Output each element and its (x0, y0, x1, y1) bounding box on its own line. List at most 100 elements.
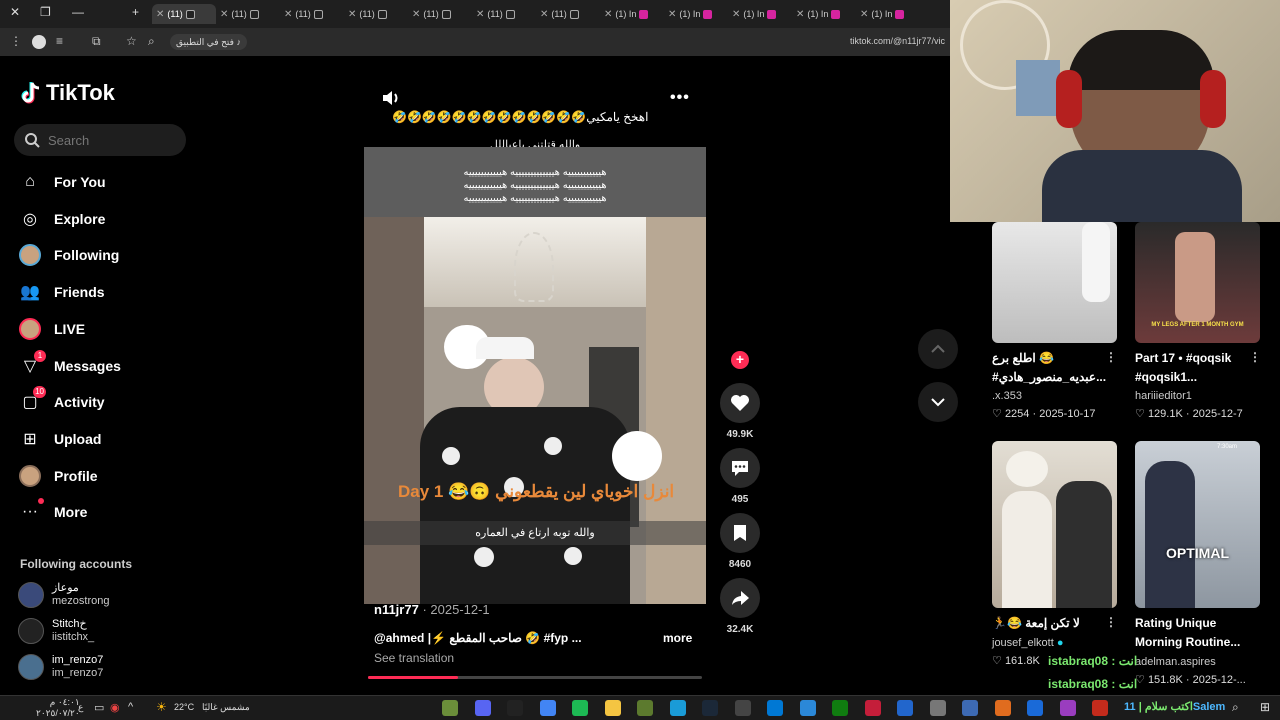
following-account[interactable]: Stitchخ iistitchx_ (18, 618, 94, 644)
steam-icon[interactable] (702, 700, 718, 716)
browser-tab[interactable]: ✕ (11) (216, 4, 280, 24)
volume-icon[interactable] (381, 88, 401, 108)
card-menu-icon[interactable]: ⋮ (1105, 350, 1117, 364)
next-video-button[interactable] (918, 382, 958, 422)
taskbar-search-icon[interactable]: ⌕ (1232, 700, 1239, 715)
new-tab-icon[interactable]: + (132, 5, 139, 19)
card-thumbnail-1[interactable] (992, 222, 1117, 343)
reading-list-icon[interactable]: ≡ (56, 34, 63, 48)
weather-sun-icon[interactable]: ☀ (156, 700, 167, 714)
browser-tab[interactable]: ✕ (11) (408, 4, 472, 24)
app-icon[interactable] (1092, 700, 1108, 716)
close-tab-icon[interactable]: ✕ (284, 9, 292, 20)
nav-item-upload[interactable]: ⊞ Upload (18, 426, 101, 452)
app-icon[interactable] (864, 700, 881, 716)
see-translation-link[interactable]: See translation (374, 651, 454, 665)
share-button[interactable] (720, 578, 760, 618)
card-username-3[interactable]: jousef_elkott ● (992, 637, 1063, 649)
nav-item-friends[interactable]: 👥 Friends (18, 279, 105, 305)
close-tab-icon[interactable]: ✕ (348, 9, 356, 20)
save-button[interactable] (720, 513, 760, 553)
browser-tab[interactable]: ✕ (11) (280, 4, 344, 24)
card-username-2[interactable]: hariiieditor1 (1135, 390, 1192, 402)
card-menu-icon[interactable]: ⋮ (1249, 350, 1261, 364)
save-action[interactable]: 8460 (720, 513, 760, 570)
close-tab-icon[interactable]: ✕ (220, 9, 228, 20)
follow-plus-button[interactable]: + (731, 351, 749, 369)
volume-muted-icon[interactable]: ◉ (110, 701, 120, 714)
previous-video-button[interactable] (918, 329, 958, 369)
weather-temp[interactable]: 22°C (174, 702, 194, 712)
close-window-icon[interactable]: ✕ (10, 5, 20, 19)
more-options-icon[interactable]: ••• (670, 89, 690, 107)
profile-avatar-icon[interactable] (32, 35, 46, 49)
card-thumbnail-3[interactable] (992, 441, 1117, 608)
browser-tab[interactable]: ✕ (1) In (664, 4, 728, 24)
capcut-icon[interactable] (507, 700, 523, 716)
nav-item-explore[interactable]: ◎ Explore (18, 206, 105, 232)
close-tab-icon[interactable]: ✕ (540, 9, 548, 20)
like-button[interactable] (720, 383, 760, 423)
store-icon[interactable] (767, 700, 783, 716)
nav-item-profile[interactable]: Profile (18, 463, 98, 489)
nav-item-following[interactable]: Following (18, 242, 119, 268)
terminal-icon[interactable] (734, 700, 751, 716)
comment-action[interactable]: 495 (720, 448, 760, 505)
comment-button[interactable] (720, 448, 760, 488)
close-tab-icon[interactable]: ✕ (604, 9, 612, 20)
settings-icon[interactable] (929, 700, 946, 716)
minimize-icon[interactable]: — (72, 5, 84, 19)
app-icon[interactable] (962, 700, 978, 716)
photos-icon[interactable] (799, 700, 816, 716)
card-thumbnail-4[interactable]: 7:30am OPTIMAL (1135, 441, 1260, 608)
taskbar-clock[interactable]: ٠٤:٠١ م ٢٠٢٥/٠٧/٢٠ (36, 697, 80, 719)
search-box[interactable] (14, 124, 186, 156)
video-progress-bar[interactable] (368, 676, 702, 679)
xbox-icon[interactable] (832, 700, 848, 716)
app-icon[interactable] (1027, 700, 1043, 716)
author-handle[interactable]: n11jr77 (374, 602, 419, 617)
open-in-app-button[interactable]: فتح في التطبيق ♪ (170, 34, 247, 50)
tiktok-logo[interactable]: TikTok (20, 80, 115, 106)
weather-text[interactable]: مشمس غالبًا (202, 702, 250, 713)
nav-item-activity[interactable]: ▢ 10 Activity (18, 386, 105, 415)
card-username-4[interactable]: adelman.aspires (1135, 656, 1216, 668)
browser-tab[interactable]: ✕ (11) (536, 4, 600, 24)
app-icon[interactable] (897, 700, 913, 716)
browser-tab[interactable]: ✕ (11) (152, 4, 216, 24)
card-username-1[interactable]: .x.353 (992, 390, 1022, 402)
nav-item-live[interactable]: LIVE (18, 316, 85, 342)
network-icon[interactable]: ▭ (94, 701, 104, 714)
close-tab-icon[interactable]: ✕ (732, 9, 740, 20)
search-lens-icon[interactable]: ⌕ (148, 34, 155, 49)
bookmark-star-icon[interactable]: ☆ (126, 34, 137, 48)
card-title-1[interactable]: 😂 اطلع برع #عبديه_منصور_هادي... (992, 349, 1106, 387)
browser-tab[interactable]: ✕ (1) In (856, 4, 920, 24)
close-tab-icon[interactable]: ✕ (156, 9, 164, 20)
browser-tab[interactable]: ✕ (1) In (728, 4, 792, 24)
browser-tab[interactable]: ✕ (1) In (792, 4, 856, 24)
like-action[interactable]: 49.9K (720, 383, 760, 440)
browser-menu-icon[interactable]: ⋮ (10, 34, 22, 48)
card-title-2[interactable]: Part 17 • #qoqsik #qoqsik1... (1135, 349, 1245, 387)
minecraft-icon[interactable] (442, 700, 458, 716)
card-menu-icon[interactable]: ⋮ (1105, 615, 1117, 629)
card-title-4[interactable]: Rating Unique Morning Routine... (1135, 614, 1245, 652)
video-author[interactable]: n11jr77 · 2025-12-1 (374, 602, 490, 617)
browser-tab[interactable]: ✕ (11) (344, 4, 408, 24)
following-account[interactable]: im_renzo7 im_renzo7 (18, 654, 103, 680)
file-explorer-icon[interactable] (604, 700, 621, 716)
close-tab-icon[interactable]: ✕ (412, 9, 420, 20)
following-account[interactable]: موعاز mezostrong (18, 582, 109, 608)
browser-tab[interactable]: ✕ (1) In (600, 4, 664, 24)
close-tab-icon[interactable]: ✕ (476, 9, 484, 20)
nav-item-more[interactable]: ··· More (18, 498, 87, 525)
restore-icon[interactable]: ❐ (40, 5, 51, 19)
edge-icon[interactable] (669, 700, 686, 716)
url-text[interactable]: tiktok.com/@n11jr77/vic (850, 36, 945, 46)
close-tab-icon[interactable]: ✕ (860, 9, 868, 20)
discord-icon[interactable] (474, 700, 491, 716)
browser-tab[interactable]: ✕ (11) (472, 4, 536, 24)
search-input[interactable] (48, 132, 168, 148)
nav-item-messages[interactable]: ▽ 1 Messages (18, 349, 121, 379)
